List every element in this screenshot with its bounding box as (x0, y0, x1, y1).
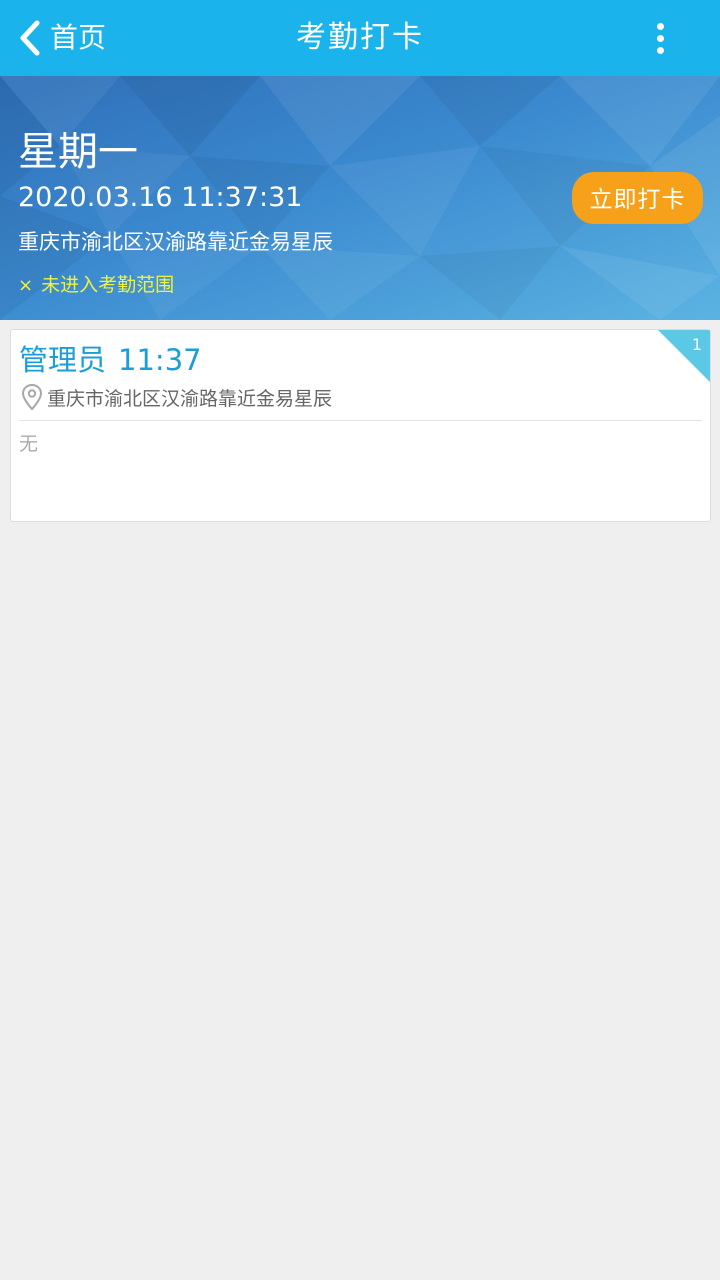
record-note: 无 (19, 433, 39, 455)
more-vertical-icon (656, 22, 664, 30)
page-title: 考勤打卡 (296, 20, 424, 55)
record-card[interactable]: 管理员 11:37 重庆市渝北区汉渝路靠近金易星辰 无 1 (10, 329, 711, 522)
map-pin-icon (21, 383, 43, 411)
nav-bar: 首页 考勤打卡 (0, 0, 720, 76)
divider (19, 420, 702, 421)
range-status-text: 未进入考勤范围 (41, 274, 175, 296)
record-index: 1 (691, 335, 702, 354)
current-datetime: 2020.03.16 11:37:31 (18, 182, 303, 213)
close-icon: × (18, 275, 34, 296)
current-location: 重庆市渝北区汉渝路靠近金易星辰 (18, 230, 333, 254)
record-location-text: 重庆市渝北区汉渝路靠近金易星辰 (47, 387, 333, 410)
weekday: 星期一 (18, 129, 138, 175)
record-header: 管理员 11:37 (19, 342, 202, 378)
record-name: 管理员 (19, 343, 107, 377)
record-time: 11:37 (118, 343, 202, 377)
more-menu-button[interactable] (642, 20, 678, 56)
corner-triangle (658, 330, 710, 382)
record-index-badge: 1 (658, 330, 710, 382)
range-status: × 未进入考勤范围 (18, 271, 174, 300)
punch-banner: 星期一 2020.03.16 11:37:31 重庆市渝北区汉渝路靠近金易星辰 … (0, 76, 720, 320)
record-location: 重庆市渝北区汉渝路靠近金易星辰 (21, 382, 332, 412)
punch-now-button[interactable]: 立即打卡 (572, 172, 703, 224)
